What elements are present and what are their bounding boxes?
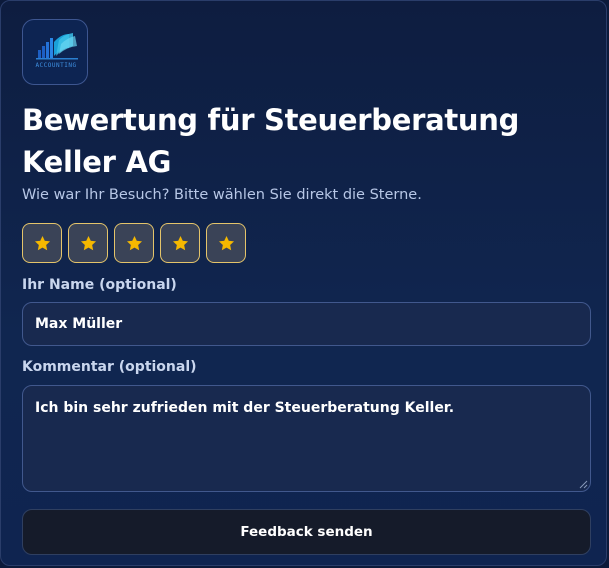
comment-label: Kommentar (optional)	[22, 359, 197, 375]
logo-text: ACCOUNTING	[35, 62, 77, 69]
star-button-4[interactable]	[160, 223, 200, 263]
submit-feedback-button[interactable]: Feedback senden	[22, 509, 591, 555]
resize-grip-icon[interactable]	[579, 480, 588, 489]
star-icon	[34, 235, 50, 250]
accounting-logo-icon	[36, 33, 78, 60]
page-subtitle: Wie war Ihr Besuch? Bitte wählen Sie dir…	[22, 187, 422, 203]
name-label: Ihr Name (optional)	[22, 277, 177, 293]
star-icon	[172, 235, 188, 250]
company-logo: ACCOUNTING	[22, 19, 88, 85]
star-button-5[interactable]	[206, 223, 246, 263]
star-rating	[22, 223, 246, 263]
page-title: Bewertung für Steuerberatung Keller AG	[22, 103, 520, 179]
star-icon	[218, 235, 234, 250]
comment-textarea[interactable]: Ich bin sehr zufrieden mit der Steuerber…	[22, 385, 591, 492]
star-button-3[interactable]	[114, 223, 154, 263]
star-button-2[interactable]	[68, 223, 108, 263]
star-icon	[126, 235, 142, 250]
star-button-1[interactable]	[22, 223, 62, 263]
feedback-card: ACCOUNTING Bewertung für Steuerberatung …	[0, 0, 607, 566]
star-icon	[80, 235, 96, 250]
name-input[interactable]	[22, 302, 591, 346]
